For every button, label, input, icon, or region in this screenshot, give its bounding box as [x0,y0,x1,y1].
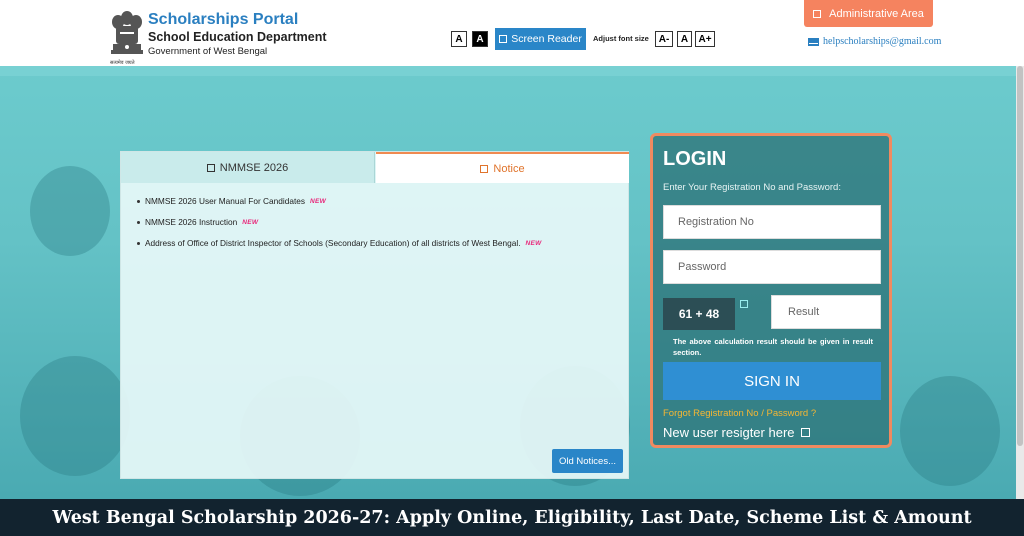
register-icon [800,428,810,437]
registration-no-input[interactable]: Registration No [663,205,881,239]
screen-reader-label: Screen Reader [511,33,582,45]
old-notices-button[interactable]: Old Notices... [552,449,623,473]
tab-notice-icon [480,164,489,173]
password-input[interactable]: Password [663,250,881,284]
forgot-credentials-link[interactable]: Forgot Registration No / Password ? [663,408,816,419]
admin-label: Administrative Area [829,7,924,20]
department-name: School Education Department [148,30,327,44]
state-emblem-icon [111,11,143,54]
list-item[interactable]: NMMSE 2026 Instruction NEW [137,217,542,227]
new-user-register-link[interactable]: New user resigter here [663,425,810,440]
scrollbar-thumb[interactable] [1017,66,1023,446]
sign-in-button[interactable]: SIGN IN [663,362,881,400]
hero-top-band [0,66,1024,76]
notice-text[interactable]: Address of Office of District Inspector … [145,238,521,248]
admin-icon [813,9,822,18]
notice-list: NMMSE 2026 User Manual For Candidates NE… [137,196,542,259]
government-name: Government of West Bengal [148,46,268,57]
article-title-banner: West Bengal Scholarship 2026-27: Apply O… [0,499,1024,536]
captcha-refresh-icon[interactable] [740,300,748,308]
bullet [137,199,140,203]
captcha-note: The above calculation result should be g… [673,337,873,357]
new-user-label: New user resigter here [663,425,795,440]
screen-reader-button[interactable]: Screen Reader [495,28,586,50]
list-item[interactable]: Address of Office of District Inspector … [137,238,542,248]
login-title: LOGIN [663,148,727,170]
hero-decor [900,376,1000,486]
tab-notice-label: Notice [493,162,525,175]
notice-text[interactable]: NMMSE 2026 User Manual For Candidates [145,196,305,206]
font-decrease-button[interactable]: A- [655,31,673,47]
hero-decor [20,356,130,476]
notice-panel: NMMSE 2026 Notice NMMSE 2026 User Manual… [120,151,629,479]
captcha-display: 61 + 48 [663,298,735,330]
login-subtitle: Enter Your Registration No and Password: [663,182,841,193]
portal-title[interactable]: Scholarships Portal [148,11,298,29]
contrast-dark-button[interactable]: A [472,31,488,47]
tab-nmmse[interactable]: NMMSE 2026 [121,152,375,183]
hero-section: NMMSE 2026 Notice NMMSE 2026 User Manual… [0,66,1024,499]
site-header: सत्यमेव जयते Scholarships Portal School … [0,0,1024,66]
tab-notice[interactable]: Notice [376,152,629,183]
captcha-result-input[interactable]: Result [771,295,881,329]
list-item[interactable]: NMMSE 2026 User Manual For Candidates NE… [137,196,542,206]
tab-nmmse-label: NMMSE 2026 [219,161,289,174]
bullet [137,241,140,245]
notice-text[interactable]: NMMSE 2026 Instruction [145,217,237,227]
contrast-light-button[interactable]: A [451,31,467,47]
administrative-area-button[interactable]: Administrative Area [804,0,933,27]
font-normal-button[interactable]: A [677,31,692,47]
help-email-link[interactable]: helpscholarships@gmail.com [808,36,941,47]
bullet [137,220,140,224]
tab-nmmse-icon [206,163,215,172]
new-badge: NEW [242,218,259,226]
help-email: helpscholarships@gmail.com [823,36,942,47]
hero-decor [30,166,110,256]
new-badge: NEW [310,197,327,205]
screen-reader-icon [499,35,508,43]
font-increase-button[interactable]: A+ [695,31,715,47]
new-badge: NEW [525,239,542,247]
adjust-font-label: Adjust font size [593,34,649,43]
login-box: LOGIN Enter Your Registration No and Pas… [650,133,892,448]
mail-icon [808,37,819,46]
page-scrollbar[interactable] [1016,66,1024,499]
